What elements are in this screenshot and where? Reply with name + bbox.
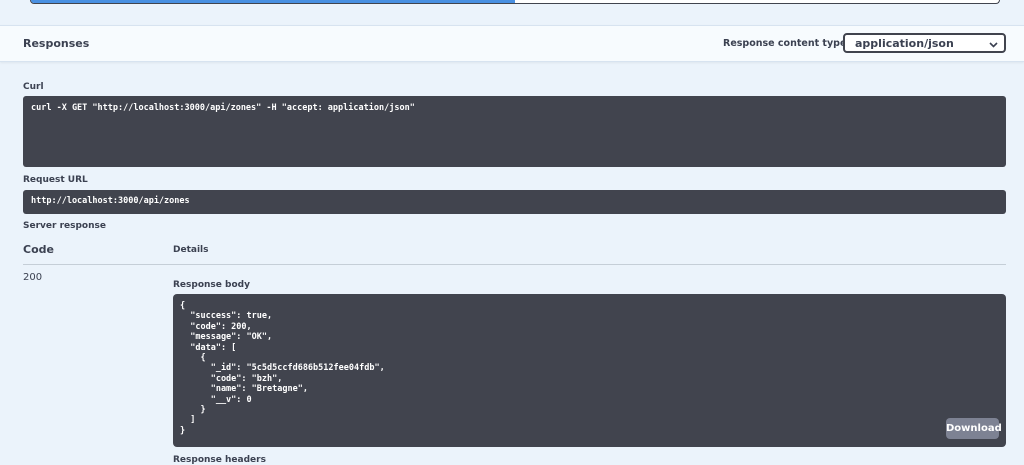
json-line: "name": "Bretagne",: [180, 384, 308, 395]
curl-command-box[interactable]: curl -X GET "http://localhost:3000/api/z…: [23, 96, 1006, 167]
json-line: }: [180, 405, 206, 416]
json-line: "__v": 0: [180, 394, 252, 405]
response-body-json: { "success": true, "code": 200, "message…: [180, 301, 999, 436]
request-url-label: Request URL: [23, 175, 88, 185]
curl-label: Curl: [23, 82, 44, 92]
json-line: "message": "OK",: [180, 332, 273, 343]
column-header-details: Details: [173, 245, 209, 255]
chevron-down-icon: [989, 35, 998, 58]
response-headers-label: Response headers: [173, 455, 266, 465]
json-line: "code": "bzh",: [180, 373, 283, 384]
json-line: "_id": "5c5d5ccfd686b512fee04fdb",: [180, 363, 385, 374]
server-response-label: Server response: [23, 221, 106, 231]
json-line: }: [180, 425, 186, 436]
json-line: "code": 200,: [180, 321, 252, 332]
request-url-box[interactable]: http://localhost:3000/api/zones: [23, 190, 1006, 214]
execute-strip: [0, 0, 1024, 25]
curl-command-text: curl -X GET "http://localhost:3000/api/z…: [31, 103, 415, 113]
json-line: ]: [180, 415, 196, 426]
json-line: "success": true,: [180, 311, 273, 322]
responses-header: Responses Response content type applicat…: [0, 25, 1024, 62]
response-status-code: 200: [23, 272, 43, 283]
response-content-type-select[interactable]: application/json: [843, 33, 1006, 53]
execute-button-bar[interactable]: [30, 0, 1000, 4]
response-body-label: Response body: [173, 280, 250, 290]
request-url-text: http://localhost:3000/api/zones: [31, 196, 190, 206]
json-line: {: [180, 353, 206, 364]
column-header-code: Code: [23, 243, 54, 256]
response-content-type-label: Response content type: [723, 38, 847, 49]
table-divider: [23, 264, 1006, 265]
execute-progress-fill: [31, 0, 515, 3]
json-line: "data": [: [180, 342, 237, 353]
response-body-box[interactable]: { "success": true, "code": 200, "message…: [173, 294, 1006, 447]
download-button[interactable]: Download: [946, 418, 1002, 439]
responses-title: Responses: [23, 37, 90, 50]
json-line: {: [180, 301, 186, 311]
response-content-type-value: application/json: [855, 37, 954, 50]
